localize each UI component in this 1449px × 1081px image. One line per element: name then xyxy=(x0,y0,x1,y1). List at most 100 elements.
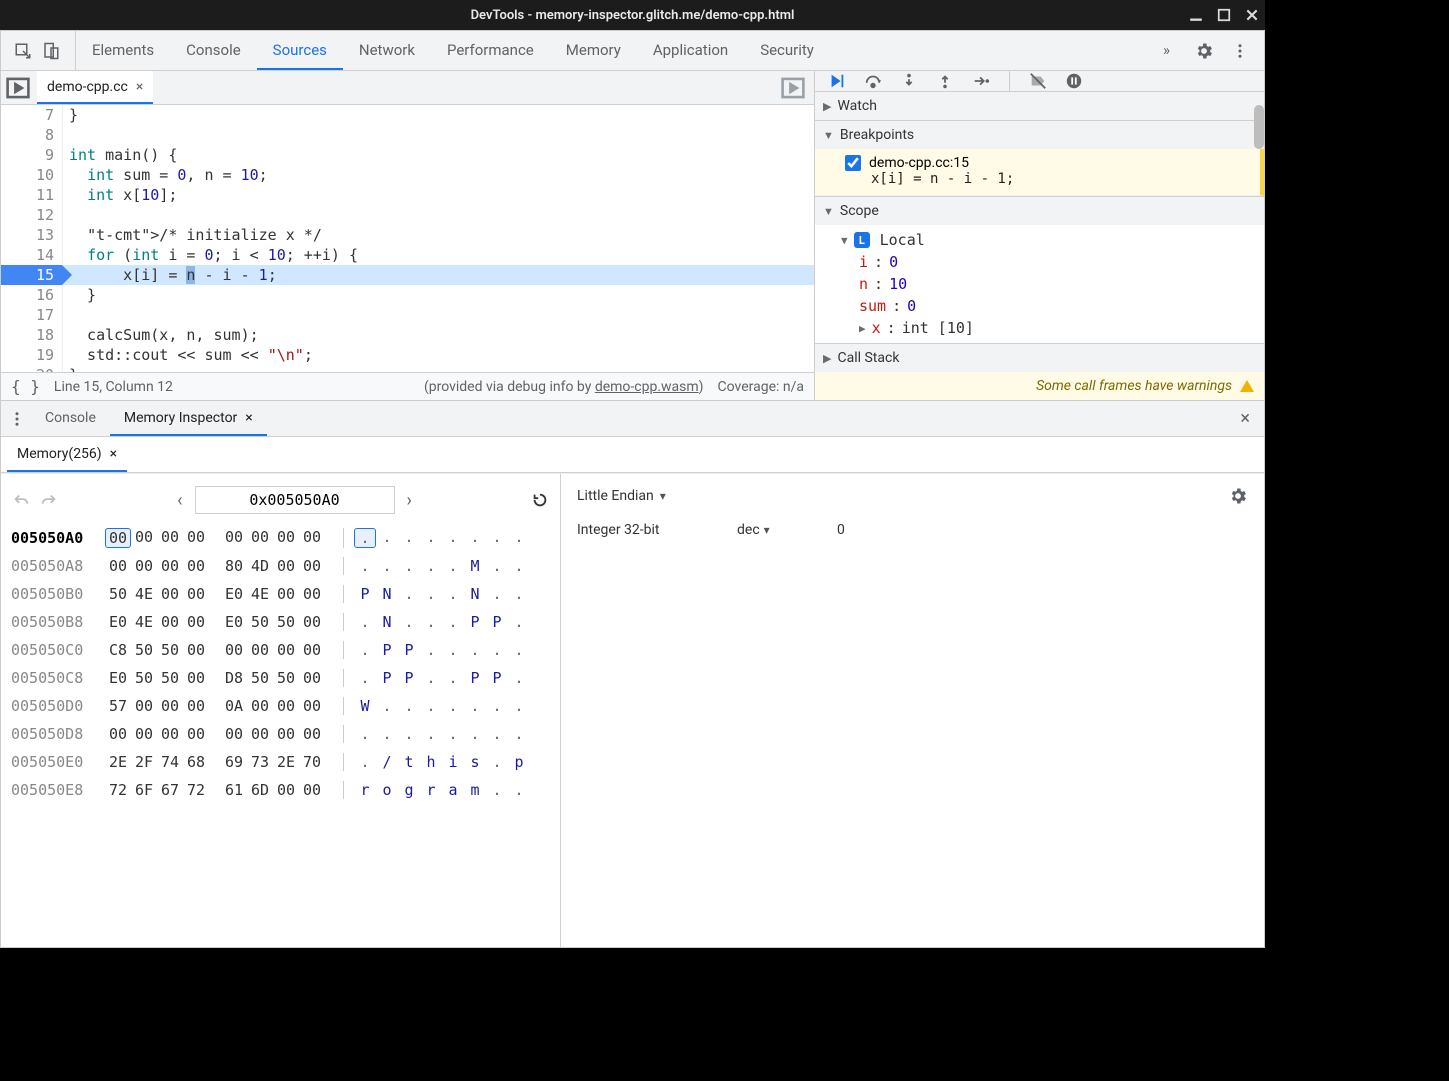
memory-byte[interactable]: E0 xyxy=(221,613,247,631)
memory-byte[interactable]: 00 xyxy=(273,641,299,659)
memory-ascii-char[interactable]: . xyxy=(354,528,376,548)
file-tab-demo-cpp[interactable]: demo-cpp.cc × xyxy=(37,71,153,104)
memory-row[interactable]: 005050B0504E0000E04E0000PN...N.. xyxy=(11,580,550,608)
scope-local-header[interactable]: ▼ L Local xyxy=(825,229,1264,251)
code-line[interactable]: 14 for (int i = 0; i < 10; ++i) { xyxy=(1,245,814,265)
navigator-toggle-icon[interactable] xyxy=(5,75,31,101)
memory-byte[interactable]: 00 xyxy=(131,697,157,715)
memory-ascii-char[interactable]: N xyxy=(376,585,398,603)
chevron-down-icon[interactable]: ▾ xyxy=(660,489,666,503)
memory-byte[interactable]: 00 xyxy=(299,697,325,715)
memory-ascii-char[interactable]: . xyxy=(420,557,442,575)
memory-ascii-char[interactable]: P xyxy=(486,669,508,687)
memory-ascii-char[interactable]: . xyxy=(486,725,508,743)
resume-icon[interactable] xyxy=(827,71,847,91)
memory-byte[interactable]: 6D xyxy=(247,781,273,799)
memory-byte[interactable]: 00 xyxy=(183,641,209,659)
settings-gear-icon[interactable] xyxy=(1194,41,1214,61)
memory-byte[interactable]: 00 xyxy=(273,528,299,548)
scope-variable[interactable]: ▶ x: int [10] xyxy=(825,317,1264,339)
memory-ascii-char[interactable]: . xyxy=(486,697,508,715)
drawer-tab-console[interactable]: Console xyxy=(31,401,110,436)
memory-ascii-char[interactable]: . xyxy=(376,725,398,743)
endian-label[interactable]: Little Endian xyxy=(577,488,654,504)
memory-byte[interactable]: 00 xyxy=(299,585,325,603)
memory-byte[interactable]: 00 xyxy=(105,528,131,548)
memory-ascii-char[interactable]: . xyxy=(354,725,376,743)
memory-row[interactable]: 005050D0570000000A000000W....... xyxy=(11,692,550,720)
memory-ascii-char[interactable]: . xyxy=(398,725,420,743)
memory-byte[interactable]: 00 xyxy=(183,697,209,715)
memory-ascii-char[interactable]: . xyxy=(442,725,464,743)
tab-console[interactable]: Console xyxy=(170,31,257,70)
tab-security[interactable]: Security xyxy=(744,31,830,70)
drawer-close-icon[interactable]: × xyxy=(1240,408,1250,429)
memory-ascii-char[interactable]: . xyxy=(420,669,442,687)
memory-byte[interactable]: 2E xyxy=(105,753,131,771)
memory-row[interactable]: 005050B8E04E0000E0505000.N...PP. xyxy=(11,608,550,636)
memory-byte[interactable]: 57 xyxy=(105,697,131,715)
memory-ascii-char[interactable]: P xyxy=(398,641,420,659)
memory-ascii-char[interactable]: . xyxy=(354,557,376,575)
tab-performance[interactable]: Performance xyxy=(431,31,550,70)
tab-application[interactable]: Application xyxy=(637,31,744,70)
memory-ascii-char[interactable]: . xyxy=(464,641,486,659)
memory-ascii-char[interactable]: m xyxy=(464,781,486,799)
tab-sources[interactable]: Sources xyxy=(257,31,343,70)
memory-byte[interactable]: 00 xyxy=(105,557,131,575)
memory-ascii-char[interactable]: . xyxy=(420,725,442,743)
code-editor[interactable]: 7}89int main() {10 int sum = 0, n = 10;1… xyxy=(1,105,814,372)
memory-byte[interactable]: 00 xyxy=(183,528,209,548)
drawer-more-icon[interactable] xyxy=(7,409,27,429)
memory-byte[interactable]: 73 xyxy=(247,753,273,771)
memory-ascii-char[interactable]: W xyxy=(354,697,376,715)
memory-byte[interactable]: 00 xyxy=(183,585,209,603)
deactivate-breakpoints-icon[interactable] xyxy=(1028,71,1048,91)
memory-byte[interactable]: 00 xyxy=(131,557,157,575)
memory-byte[interactable]: 00 xyxy=(183,725,209,743)
breakpoints-section-header[interactable]: ▼ Breakpoints xyxy=(815,121,1264,149)
memory-byte[interactable]: E0 xyxy=(221,585,247,603)
memory-byte[interactable]: 00 xyxy=(299,557,325,575)
memory-byte[interactable]: 50 xyxy=(157,669,183,687)
memory-ascii-char[interactable]: . xyxy=(486,753,508,771)
memory-ascii-char[interactable]: . xyxy=(442,585,464,603)
memory-ascii-char[interactable]: o xyxy=(376,781,398,799)
memory-byte[interactable]: D8 xyxy=(221,669,247,687)
memory-byte[interactable]: 00 xyxy=(299,781,325,799)
memory-ascii-char[interactable]: p xyxy=(508,753,530,771)
window-minimize-icon[interactable] xyxy=(1189,8,1203,22)
memory-ascii-char[interactable]: P xyxy=(354,585,376,603)
memory-ascii-char[interactable]: . xyxy=(420,585,442,603)
code-line[interactable]: 16 } xyxy=(1,285,814,305)
interpreter-settings-icon[interactable] xyxy=(1228,486,1248,506)
memory-row[interactable]: 005050C0C850500000000000.PP..... xyxy=(11,636,550,664)
scrollbar-thumb[interactable] xyxy=(1254,105,1264,149)
memory-ascii-char[interactable]: h xyxy=(420,753,442,771)
memory-ascii-char[interactable]: . xyxy=(508,613,530,631)
memory-byte[interactable]: 00 xyxy=(299,725,325,743)
memory-byte[interactable]: 50 xyxy=(273,613,299,631)
memory-ascii-char[interactable]: P xyxy=(464,613,486,631)
memory-byte[interactable]: 61 xyxy=(221,781,247,799)
memory-ascii-char[interactable]: . xyxy=(486,585,508,603)
memory-byte[interactable]: 00 xyxy=(183,557,209,575)
memory-ascii-char[interactable]: . xyxy=(464,725,486,743)
scope-section-header[interactable]: ▼ Scope xyxy=(815,197,1264,225)
memory-byte[interactable]: 00 xyxy=(273,781,299,799)
run-snippet-icon[interactable] xyxy=(780,75,806,101)
memory-byte[interactable]: 6F xyxy=(131,781,157,799)
memory-ascii-char[interactable]: N xyxy=(464,585,486,603)
code-line[interactable]: 17 xyxy=(1,305,814,325)
memory-ascii-char[interactable]: P xyxy=(464,669,486,687)
memory-ascii-char[interactable]: . xyxy=(464,697,486,715)
more-menu-icon[interactable] xyxy=(1230,41,1250,61)
step-into-icon[interactable] xyxy=(899,71,919,91)
memory-byte[interactable]: 70 xyxy=(299,753,325,771)
memory-byte[interactable]: 00 xyxy=(183,613,209,631)
memory-row[interactable]: 005050A00000000000000000........ xyxy=(11,524,550,552)
memory-byte[interactable]: 4E xyxy=(247,585,273,603)
memory-byte[interactable]: E0 xyxy=(105,613,131,631)
memory-ascii-char[interactable]: . xyxy=(486,641,508,659)
memory-ascii-char[interactable]: . xyxy=(508,528,530,548)
